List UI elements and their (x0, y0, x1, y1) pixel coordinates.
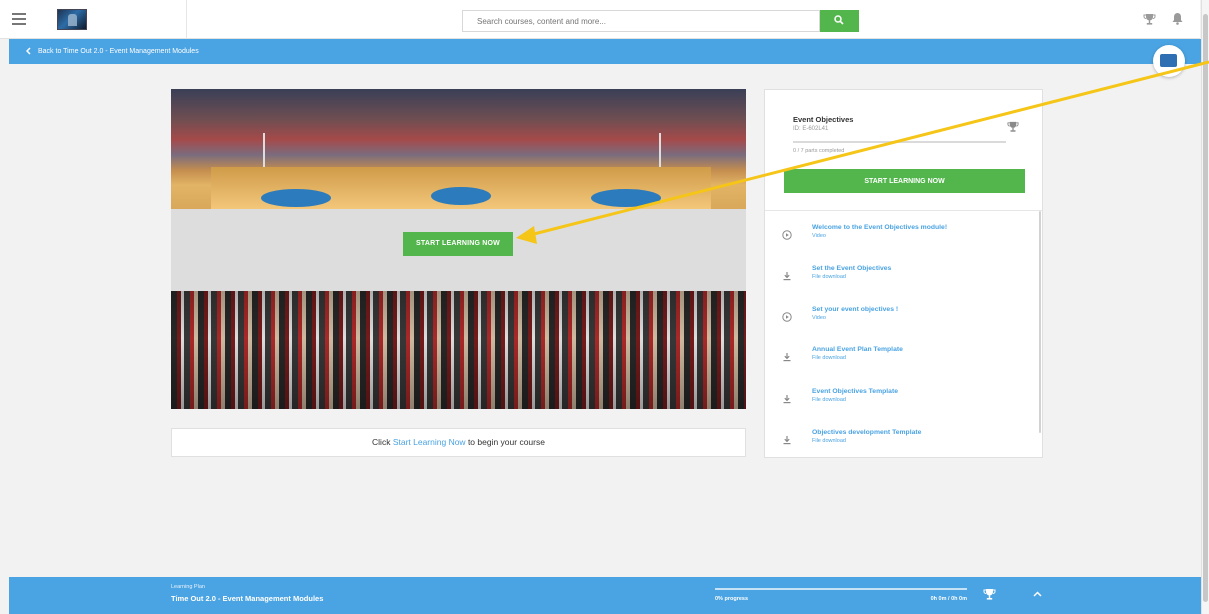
bell-icon[interactable] (1172, 12, 1183, 25)
page-scrollbar[interactable] (1201, 0, 1209, 614)
footer-time: 0h 0m / 0h 0m (930, 596, 967, 602)
search-input[interactable] (462, 10, 820, 32)
card-start-learning-button[interactable]: START LEARNING NOW (784, 169, 1025, 193)
download-icon (783, 272, 791, 281)
back-link[interactable]: Back to Time Out 2.0 - Event Management … (26, 47, 199, 55)
search-icon (834, 15, 844, 25)
list-scrollbar[interactable] (1039, 211, 1041, 433)
list-item[interactable]: Set your event objectives ! Video (765, 303, 1035, 339)
footer-progress-text: 0% progress (715, 596, 749, 602)
download-icon (783, 395, 791, 404)
cta-link[interactable]: Start Learning Now (393, 437, 466, 447)
item-type: File download (812, 355, 846, 361)
list-item[interactable]: Event Objectives Template File download (765, 385, 1035, 421)
course-card: Event Objectives ID: E-602L41 0 / 7 part… (764, 89, 1043, 458)
back-bar: Back to Time Out 2.0 - Event Management … (9, 39, 1201, 64)
list-item[interactable]: Welcome to the Event Objectives module! … (765, 221, 1035, 257)
hero-start-learning-button[interactable]: START LEARNING NOW (403, 232, 513, 256)
back-link-label: Back to Time Out 2.0 - Event Management … (38, 47, 199, 55)
item-type: Video (812, 233, 826, 239)
menu-icon[interactable] (12, 13, 26, 25)
trophy-icon (1007, 121, 1019, 132)
item-title: Annual Event Plan Template (812, 346, 903, 353)
footer-label: Learning Plan (171, 584, 205, 590)
chat-button[interactable] (1153, 45, 1185, 77)
course-hero-image: START LEARNING NOW (171, 89, 746, 409)
list-item[interactable]: Set the Event Objectives File download (765, 262, 1035, 298)
cta-suffix: to begin your course (465, 437, 545, 447)
search-button[interactable] (820, 10, 859, 32)
course-id: ID: E-602L41 (793, 126, 829, 132)
trophy-icon[interactable] (1143, 13, 1156, 26)
chevron-left-icon (26, 47, 31, 55)
item-title: Set your event objectives ! (812, 306, 899, 313)
play-circle-icon (782, 230, 792, 240)
course-title: Event Objectives (793, 115, 854, 124)
list-item[interactable]: Annual Event Plan Template File download (765, 343, 1035, 379)
trophy-icon[interactable] (983, 588, 996, 601)
start-instructions: Click Start Learning Now to begin your c… (171, 428, 746, 457)
item-title: Objectives development Template (812, 429, 922, 436)
item-type: File download (812, 397, 846, 403)
parts-completed: 0 / 7 parts completed (793, 148, 845, 154)
chat-icon (1160, 54, 1177, 67)
header-divider (186, 0, 187, 39)
list-item[interactable]: Objectives development Template File dow… (765, 426, 1035, 462)
course-content-list: Welcome to the Event Objectives module! … (765, 211, 1042, 457)
item-title: Event Objectives Template (812, 388, 898, 395)
cta-prefix: Click (372, 437, 393, 447)
play-circle-icon (782, 312, 792, 322)
learning-plan-footer: Learning Plan Time Out 2.0 - Event Manag… (9, 577, 1201, 614)
footer-progress-bar (715, 588, 967, 590)
item-type: File download (812, 438, 846, 444)
item-title: Welcome to the Event Objectives module! (812, 224, 948, 231)
footer-title: Time Out 2.0 - Event Management Modules (171, 594, 324, 603)
course-progress-bar (793, 141, 1006, 143)
basketball-court-photo (171, 89, 746, 209)
top-header (0, 0, 1200, 39)
crowd-photo (171, 291, 746, 409)
download-icon (783, 436, 791, 445)
company-logo[interactable] (57, 9, 87, 30)
item-title: Set the Event Objectives (812, 265, 892, 272)
item-type: Video (812, 315, 826, 321)
item-type: File download (812, 274, 846, 280)
download-icon (783, 353, 791, 362)
chevron-up-icon[interactable] (1033, 591, 1042, 597)
